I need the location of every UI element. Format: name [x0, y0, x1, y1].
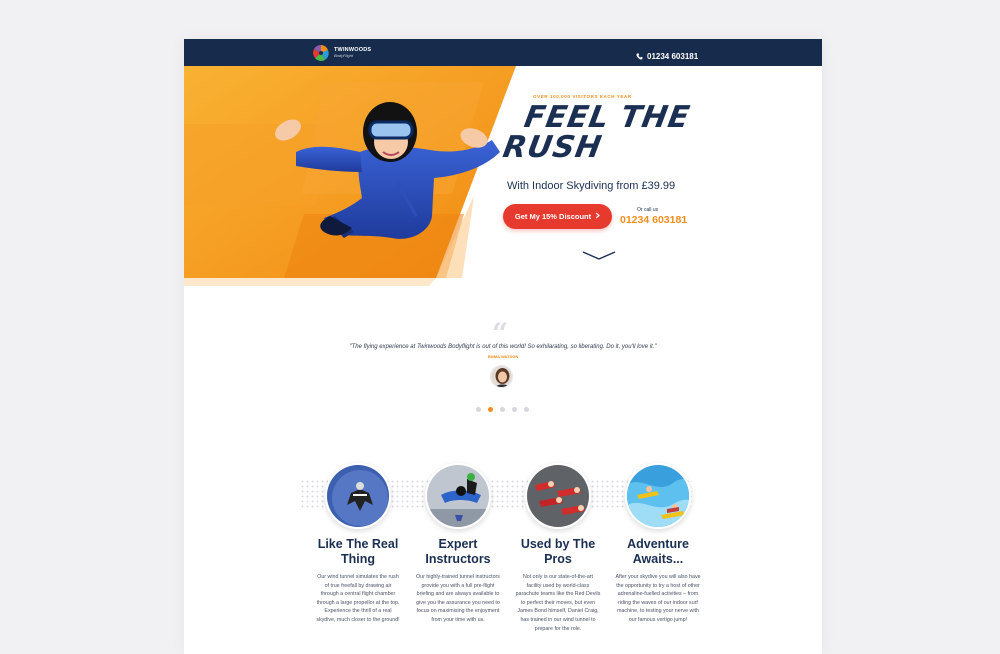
feature-title: Adventure Awaits...: [627, 537, 689, 566]
testimonial-text: "The flying experience at Twinwoods Body…: [349, 344, 657, 350]
hero-headline-line-1: FEEL THE: [521, 100, 693, 135]
feature-image-pros: [525, 463, 591, 529]
feature-title: Expert Instructors: [425, 537, 491, 566]
hero-section: OVER 100,000 VISITORS EACH YEAR FEEL THE…: [184, 66, 822, 296]
top-bar: TWINWOODS BodyFlight 01234 603181: [184, 39, 822, 66]
cta-label: Get My 15% Discount: [514, 212, 592, 221]
hero-subheading: With Indoor Skydiving from £39.99: [507, 180, 676, 192]
feature-title: Used by The Pros: [520, 537, 596, 566]
phone-icon: [636, 47, 643, 65]
logo-pinwheel-icon: [312, 44, 330, 62]
testimonial-avatar: [490, 365, 513, 388]
carousel-dot[interactable]: [512, 407, 517, 412]
feature-card: Like The Real Thing Our wind tunnel simu…: [310, 463, 406, 633]
feature-card: Adventure Awaits... After your skydive y…: [610, 463, 706, 633]
feature-body: After your skydive you will also have th…: [615, 574, 701, 623]
carousel-dot[interactable]: [476, 407, 481, 412]
hero-skydiver-illustration: [184, 66, 516, 286]
carousel-dot[interactable]: [524, 407, 529, 412]
feature-image-real-thing: [325, 463, 391, 529]
carousel-dot[interactable]: [488, 407, 493, 412]
feature-body: Not only is our state-of-the-art facilit…: [515, 574, 601, 632]
hero-eyebrow: OVER 100,000 VISITORS EACH YEAR: [533, 94, 632, 99]
feature-body: Our wind tunnel simulates the rush of tr…: [316, 574, 400, 623]
discount-cta-button[interactable]: Get My 15% Discount: [503, 204, 612, 229]
hero-headline-line-2: RUSH: [500, 130, 605, 165]
feature-body: Our highly-trained tunnel instructors pr…: [416, 574, 500, 623]
testimonial-author: EMMA WATSON: [487, 354, 519, 359]
hero-headline: FEEL THE RUSH: [500, 100, 732, 165]
feature-title: Like The Real Thing: [317, 537, 399, 566]
carousel-dots: [476, 407, 529, 412]
header-phone-link[interactable]: 01234 603181: [636, 47, 698, 65]
landing-page: TWINWOODS BodyFlight 01234 603181 OVER 1…: [184, 39, 822, 654]
feature-image-adventure: [625, 463, 691, 529]
chevron-down-icon[interactable]: [582, 248, 616, 266]
header-phone-number: 01234 603181: [647, 51, 699, 61]
or-call-label: Or call us: [637, 207, 659, 213]
feature-image-instructors: [425, 463, 491, 529]
carousel-dot[interactable]: [500, 407, 505, 412]
chevron-right-icon: [595, 212, 601, 221]
feature-card: Expert Instructors Our highly-trained tu…: [410, 463, 506, 633]
logo-subtitle: BodyFlight: [334, 53, 353, 59]
logo[interactable]: TWINWOODS BodyFlight: [312, 44, 371, 62]
or-call-block[interactable]: Or call us 01234 603181: [620, 207, 687, 226]
or-call-number: 01234 603181: [620, 214, 688, 226]
features-row: Like The Real Thing Our wind tunnel simu…: [310, 463, 706, 633]
feature-card: Used by The Pros Not only is our state-o…: [510, 463, 606, 633]
